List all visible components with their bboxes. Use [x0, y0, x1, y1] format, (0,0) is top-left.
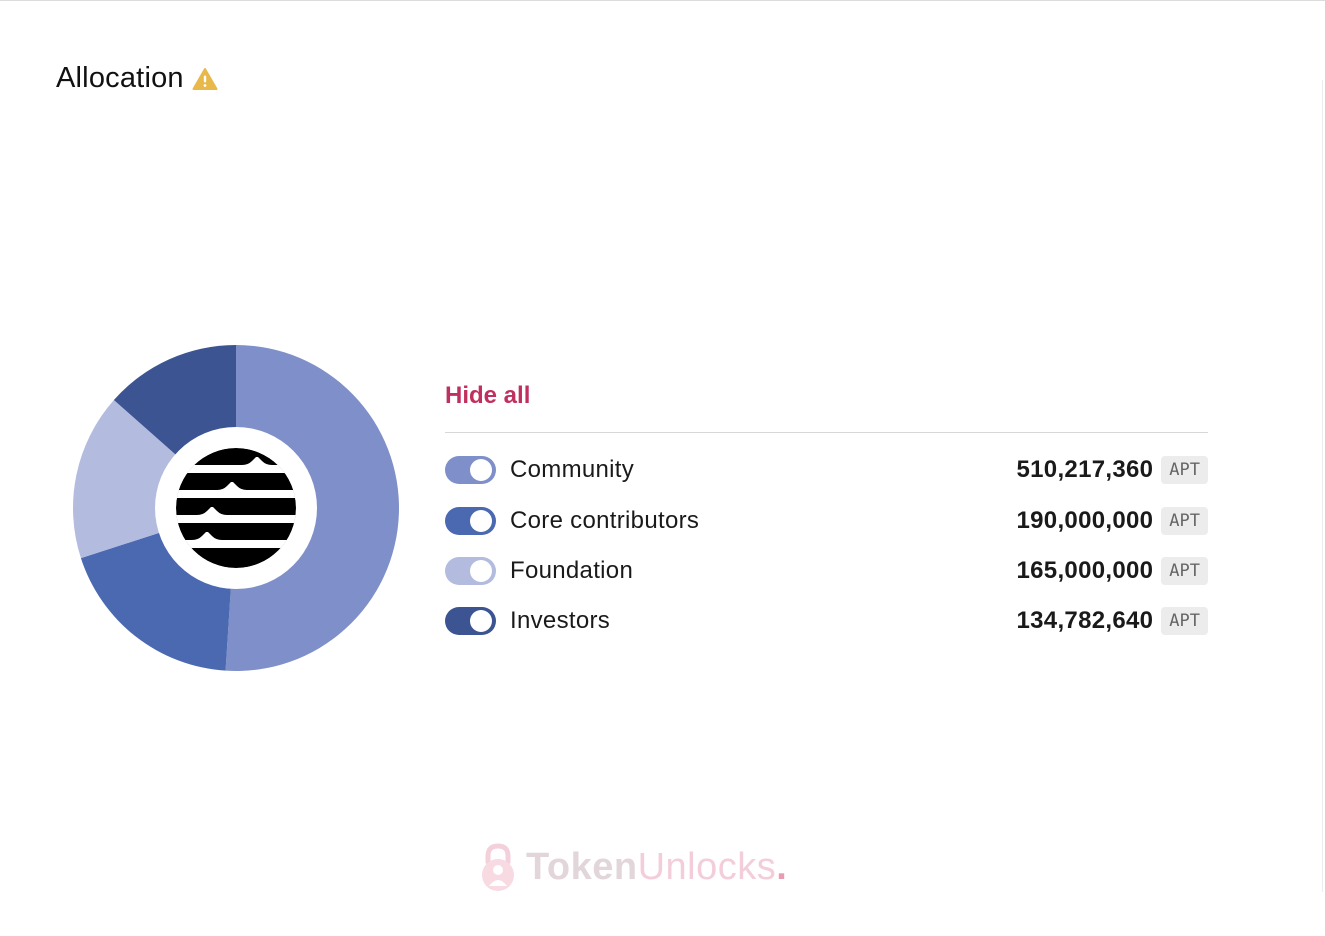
series-amount: 134,782,640 — [1016, 607, 1154, 635]
unit-badge: APT — [1161, 607, 1208, 636]
page-title: Allocation — [56, 62, 184, 94]
legend-row: Investors 134,782,640 APT — [445, 596, 1208, 646]
hide-all-button[interactable]: Hide all — [445, 380, 530, 412]
allocation-legend: Hide all Community 510,217,360 APT Core con… — [445, 380, 1208, 647]
unit-badge: APT — [1161, 506, 1208, 535]
legend-row: Core contributors 190,000,000 APT — [445, 495, 1208, 545]
series-toggle[interactable] — [445, 456, 496, 485]
toggle-knob — [470, 459, 492, 482]
series-toggle[interactable] — [445, 556, 496, 585]
tokenunlocks-watermark: TokenUnlocks. — [478, 842, 787, 892]
series-amount: 510,217,360 — [1016, 456, 1154, 484]
series-label: Investors — [510, 607, 611, 635]
allocation-page: Allocation Hide all Community 510,217,36… — [0, 0, 1325, 936]
allocation-donut-chart — [72, 344, 400, 672]
series-label: Community — [510, 456, 635, 484]
toggle-knob — [470, 610, 492, 633]
series-toggle[interactable] — [445, 607, 496, 636]
watermark-unlocks: Unlocks — [637, 845, 777, 888]
toggle-knob — [470, 559, 492, 582]
top-divider — [0, 0, 1325, 1]
legend-divider — [445, 432, 1208, 433]
unit-badge: APT — [1161, 456, 1208, 485]
lock-icon — [482, 843, 514, 891]
watermark-dot: . — [776, 845, 788, 888]
legend-row: Foundation 165,000,000 APT — [445, 546, 1208, 596]
donut-svg — [73, 345, 400, 671]
legend-row: Community 510,217,360 APT — [445, 445, 1208, 495]
series-amount: 165,000,000 — [1016, 556, 1154, 584]
watermark-token: Token — [526, 845, 638, 888]
series-label: Core contributors — [510, 506, 700, 534]
toggle-knob — [470, 509, 492, 532]
right-divider — [1322, 80, 1323, 892]
unit-badge: APT — [1161, 556, 1208, 585]
watermark-text: TokenUnlocks. — [526, 846, 787, 889]
legend-rows: Community 510,217,360 APT Core contributors… — [445, 445, 1208, 647]
warning-icon[interactable] — [192, 67, 218, 91]
series-label: Foundation — [510, 556, 634, 584]
series-amount: 190,000,000 — [1016, 506, 1154, 534]
series-toggle[interactable] — [445, 506, 496, 535]
allocation-header: Allocation — [56, 62, 218, 95]
